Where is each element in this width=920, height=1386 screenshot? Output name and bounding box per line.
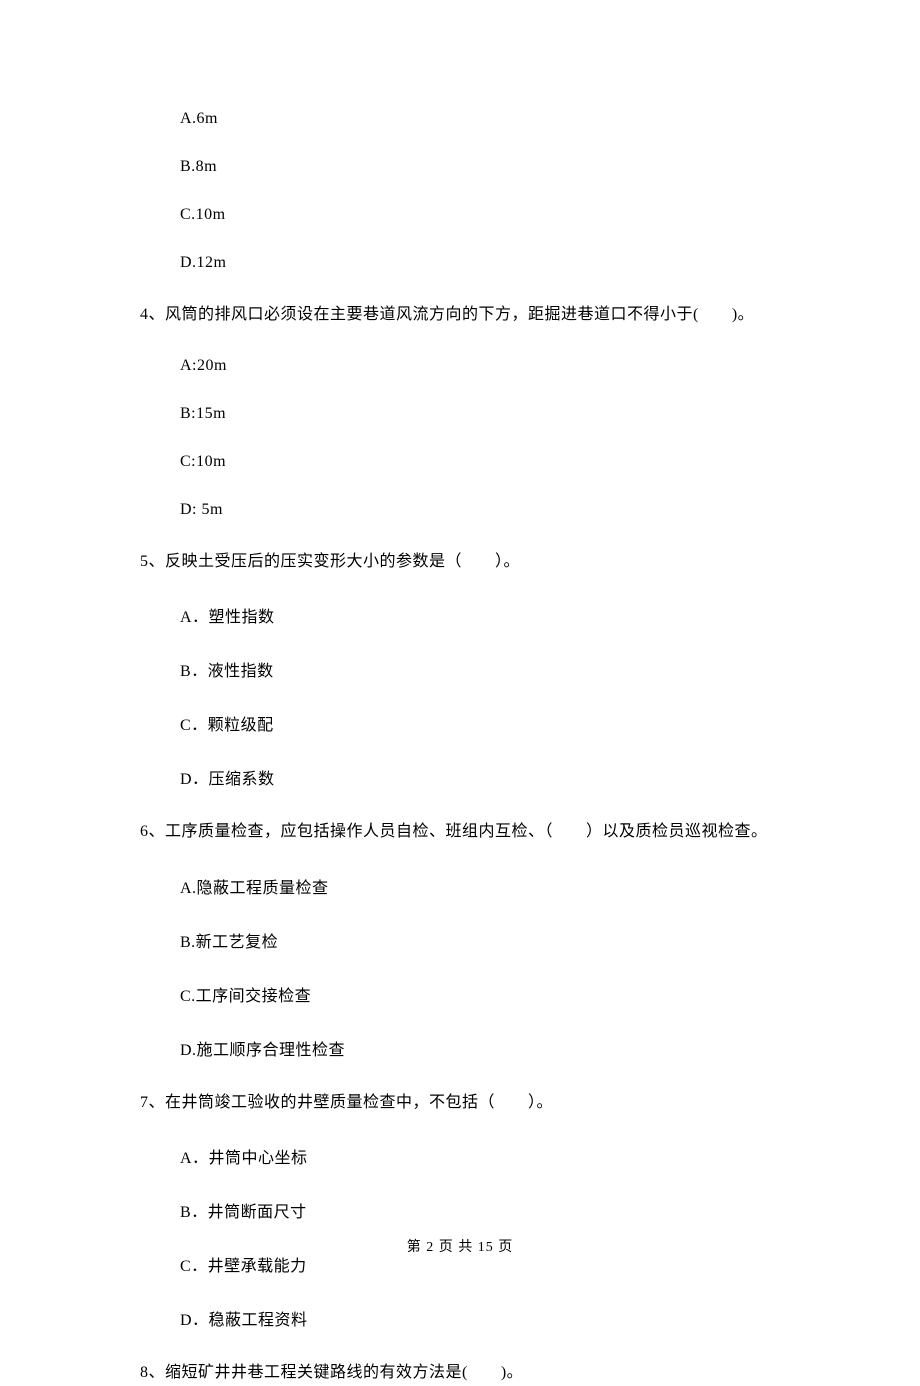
q4-option-a: A:20m: [180, 357, 780, 375]
page-footer: 第 2 页 共 15 页: [0, 1236, 920, 1256]
q7-option-d: D．稳蔽工程资料: [180, 1306, 780, 1330]
q6-option-d: D.施工顺序合理性检查: [180, 1036, 780, 1060]
q6-option-b: B.新工艺复检: [180, 928, 780, 952]
q4-option-b: B:15m: [180, 405, 780, 423]
q3-option-c: C.10m: [180, 206, 780, 224]
q4-option-d: D: 5m: [180, 501, 780, 519]
q7-option-a: A．井筒中心坐标: [180, 1144, 780, 1168]
q7-option-b: B．井筒断面尺寸: [180, 1198, 780, 1222]
question-7-text: 7、在井筒竣工验收的井壁质量检查中，不包括（ ）。: [140, 1090, 780, 1116]
q5-option-a: A．塑性指数: [180, 603, 780, 627]
question-4-text: 4、风筒的排风口必须设在主要巷道风流方向的下方，距掘进巷道口不得小于( )。: [140, 302, 780, 328]
question-6-text: 6、工序质量检查，应包括操作人员自检、班组内互检、（ ）以及质检员巡视检查。: [140, 819, 780, 845]
q3-option-d: D.12m: [180, 254, 780, 272]
q5-option-b: B．液性指数: [180, 657, 780, 681]
question-8-text: 8、缩短矿井井巷工程关键路线的有效方法是( )。: [140, 1360, 780, 1386]
q5-option-d: D．压缩系数: [180, 765, 780, 789]
q6-option-a: A.隐蔽工程质量检查: [180, 874, 780, 898]
document-page: A.6m B.8m C.10m D.12m 4、风筒的排风口必须设在主要巷道风流…: [0, 0, 920, 1386]
q3-option-b: B.8m: [180, 158, 780, 176]
question-5-text: 5、反映土受压后的压实变形大小的参数是（ ）。: [140, 549, 780, 575]
q3-option-a: A.6m: [180, 110, 780, 128]
q4-option-c: C:10m: [180, 453, 780, 471]
q6-option-c: C.工序间交接检查: [180, 982, 780, 1006]
q5-option-c: C．颗粒级配: [180, 711, 780, 735]
